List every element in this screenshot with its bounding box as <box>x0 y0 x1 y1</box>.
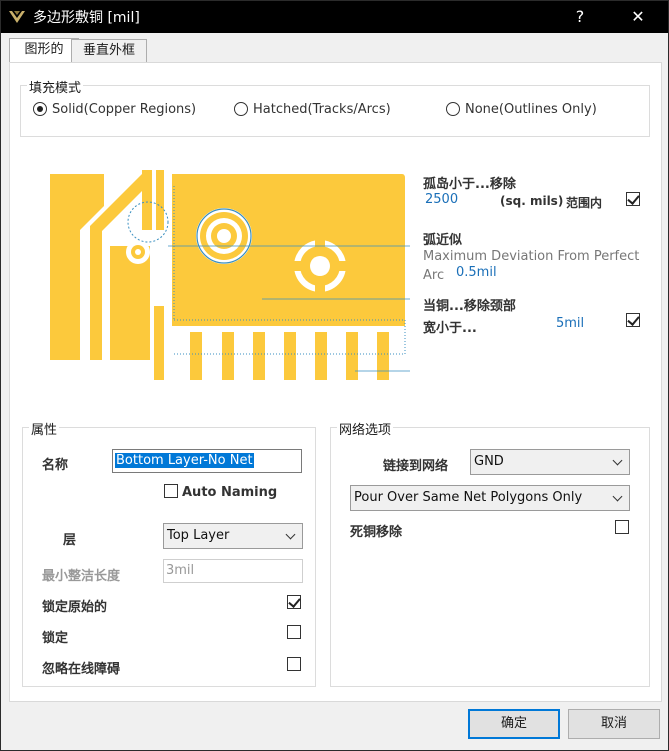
auto-naming-label: Auto Naming <box>182 485 278 500</box>
locked-label: 锁定 <box>42 631 69 646</box>
remove-dead-copper-checkbox[interactable] <box>615 520 629 534</box>
neck-checkbox[interactable] <box>626 313 640 327</box>
connect-to-net-label: 链接到网络 <box>383 459 449 474</box>
neck-label: 当铜...移除颈部 <box>423 299 516 314</box>
help-button[interactable]: ? <box>557 1 603 33</box>
ignore-obstacles-checkbox[interactable] <box>287 657 301 671</box>
neck-label-2: 宽小于... <box>423 321 477 336</box>
name-label: 名称 <box>42 458 69 473</box>
island-label: 孤岛小于...移除 <box>423 177 516 192</box>
properties-group: 属性 名称 Bottom Layer-No Net Auto Naming 层 … <box>22 419 316 687</box>
island-checkbox[interactable] <box>626 192 640 206</box>
layer-label: 层 <box>63 533 77 548</box>
remove-dead-copper-label: 死铜移除 <box>350 525 403 540</box>
radio-indicator <box>446 102 460 116</box>
close-button[interactable]: ✕ <box>615 1 661 33</box>
radio-indicator <box>33 102 47 116</box>
radio-hatched-label: Hatched(Tracks/Arcs) <box>253 102 391 117</box>
island-unit: (sq. mils) <box>500 194 564 208</box>
chevron-down-icon <box>612 455 623 466</box>
arc-value[interactable]: 0.5mil <box>456 265 497 280</box>
radio-solid-label: Solid(Copper Regions) <box>52 102 197 117</box>
fill-mode-group: 填充模式 Solid(Copper Regions) Hatched(Track… <box>20 77 650 137</box>
tab-vertical-outline[interactable]: 垂直外框 <box>71 39 147 62</box>
fill-mode-title: 填充模式 <box>27 77 84 96</box>
arc-desc: Maximum Deviation From Perfect <box>423 249 640 264</box>
net-options-title: 网络选项 <box>337 419 394 438</box>
tab-graphical[interactable]: 图形的 <box>9 38 79 63</box>
net-select[interactable]: GND <box>470 449 630 475</box>
chevron-down-icon <box>285 529 296 540</box>
island-value[interactable]: 2500 <box>425 192 458 207</box>
layer-select[interactable]: Top Layer <box>163 523 303 549</box>
min-length-label: 最小整洁长度 <box>42 569 121 584</box>
net-options-group: 网络选项 链接到网络 GND Pour Over Same Net Polygo… <box>330 419 650 687</box>
lock-primitives-checkbox[interactable] <box>287 595 301 609</box>
cancel-button[interactable]: 取消 <box>568 709 660 739</box>
chevron-down-icon <box>612 491 623 502</box>
title-bar: 多边形敷铜 [mil] ? ✕ <box>1 1 668 33</box>
pour-over-select-value: Pour Over Same Net Polygons Only <box>354 490 583 505</box>
ok-button[interactable]: 确定 <box>468 709 560 739</box>
name-field-value: Bottom Layer-No Net <box>115 453 254 468</box>
radio-indicator <box>234 102 248 116</box>
window-title: 多边形敷铜 [mil] <box>33 10 140 26</box>
net-select-value: GND <box>474 454 504 469</box>
lock-primitives-label: 锁定原始的 <box>42 600 108 615</box>
locked-checkbox[interactable] <box>287 625 301 639</box>
min-length-value: 3mil <box>166 563 195 578</box>
neck-value[interactable]: 5mil <box>556 316 584 331</box>
ignore-obstacles-label: 忽略在线障碍 <box>42 662 121 677</box>
min-length-field[interactable]: 3mil <box>163 559 303 583</box>
arc-label: 弧近似 <box>423 233 463 248</box>
name-field[interactable]: Bottom Layer-No Net <box>112 449 302 473</box>
tab-panel: 填充模式 Solid(Copper Regions) Hatched(Track… <box>9 62 662 702</box>
polygon-pour-dialog: 多边形敷铜 [mil] ? ✕ 图形的 垂直外框 填充模式 Solid(Copp… <box>0 0 669 751</box>
layer-select-value: Top Layer <box>167 528 230 543</box>
properties-title: 属性 <box>29 419 60 438</box>
altium-logo-icon <box>7 7 27 27</box>
pour-over-select[interactable]: Pour Over Same Net Polygons Only <box>350 485 630 511</box>
polygon-preview-illustration <box>50 170 410 380</box>
radio-none-label: None(Outlines Only) <box>465 102 597 117</box>
arc-desc-2: Arc <box>423 268 445 283</box>
island-range-label: 范围内 <box>566 196 603 210</box>
auto-naming-checkbox[interactable] <box>164 484 178 498</box>
